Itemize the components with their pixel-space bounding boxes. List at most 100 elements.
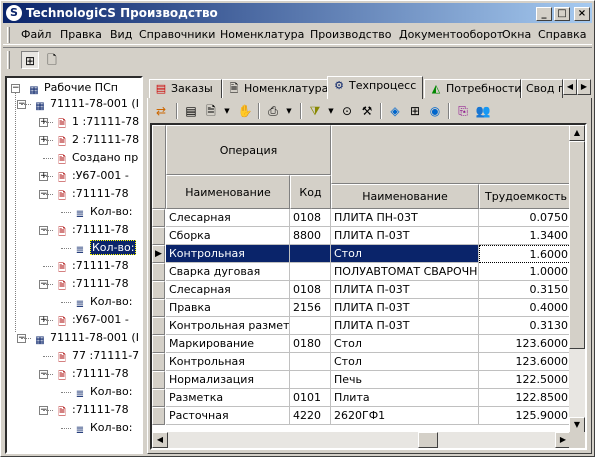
horizontal-scroll-thumb[interactable]	[418, 432, 438, 448]
tree-node[interactable]: 🗎 77 :71111-7	[55, 348, 139, 364]
table-cell[interactable]: 4220	[290, 407, 331, 425]
table-cell[interactable]: ПЛИТА П-03Т	[331, 281, 479, 299]
table-row[interactable]: Расточная 4220 2620ГФ1 125.9000	[152, 407, 585, 425]
menu-edit[interactable]: Правка	[60, 28, 102, 41]
table-cell[interactable]: Печь	[331, 371, 479, 389]
table-cell[interactable]: Контрольная разметка	[166, 317, 290, 335]
table-row[interactable]: Сварка дуговая ПОЛУАВТОМАТ СВАРОЧНЫ 1.0000	[152, 263, 585, 281]
column-header-labor[interactable]: Трудоемкость	[479, 184, 573, 209]
table-cell[interactable]: 0.4000	[479, 299, 573, 317]
tools-icon[interactable]: ⚒	[358, 102, 376, 120]
table-cell[interactable]: Расточная	[166, 407, 290, 425]
menu-view[interactable]: Вид	[110, 28, 132, 41]
tree-node[interactable]: 🗎:71111-78	[55, 366, 129, 382]
row-selector[interactable]	[152, 299, 165, 317]
table-cell[interactable]: Стол	[331, 353, 479, 371]
table-cell[interactable]: 0.3130	[479, 317, 573, 335]
table-row[interactable]: Контрольная Стол 123.6000	[152, 353, 585, 371]
horizontal-scrollbar[interactable]: ◀ ▶	[152, 432, 571, 448]
table-cell[interactable]: 0108	[290, 209, 331, 227]
menu-nomenclature[interactable]: Номенклатура	[220, 28, 304, 41]
table-cell[interactable]: 0.0750	[479, 209, 573, 227]
export-icon[interactable]: ⎘	[454, 102, 472, 120]
dropdown-arrow-icon[interactable]: ▼	[280, 102, 298, 120]
scroll-up-button[interactable]: ▲	[569, 125, 585, 141]
table-cell[interactable]: Нормализация	[166, 371, 290, 389]
table-row[interactable]: Слесарная 0108 ПЛИТА П-03Т 0.3150	[152, 281, 585, 299]
column-header-name[interactable]: Наименование	[166, 175, 290, 209]
table-row[interactable]: Маркирование 0180 Стол 123.6000	[152, 335, 585, 353]
table-row[interactable]: Нормализация Печь 122.5000	[152, 371, 585, 389]
binoculars-icon[interactable]: ⊙	[338, 102, 356, 120]
table-cell[interactable]: 2620ГФ1	[331, 407, 479, 425]
menu-docflow[interactable]: Документооборот	[399, 28, 503, 41]
tree-node[interactable]: 🗎:71111-78	[55, 186, 129, 202]
row-selector[interactable]	[152, 371, 165, 389]
table-row[interactable]: Правка 2156 ПЛИТА П-03Т 0.4000	[152, 299, 585, 317]
vertical-scrollbar[interactable]: ▲ ▼	[569, 125, 585, 433]
row-selector[interactable]	[152, 281, 165, 299]
cube-icon[interactable]: ◈	[386, 102, 404, 120]
tree-node[interactable]: ≣ Кол-во:	[73, 294, 133, 310]
tab-needs[interactable]: ◭ Потребности	[424, 79, 521, 98]
tree-node[interactable]: ≣ Кол-во:	[73, 240, 137, 256]
tree-view-toggle-icon[interactable]: ⊞	[21, 51, 39, 69]
table-cell[interactable]: ПЛИТА ПН-03Т	[331, 209, 479, 227]
table-cell[interactable]: Слесарная	[166, 209, 290, 227]
tab-nomenclature[interactable]: 🗎 Номенклатура	[222, 79, 328, 98]
table-cell[interactable]: 0108	[290, 281, 331, 299]
refresh-icon[interactable]: ⇄	[152, 102, 170, 120]
table-row[interactable]: Сборка 8800 ПЛИТА П-03Т 1.3400	[152, 227, 585, 245]
table-cell[interactable]: Стол	[331, 335, 479, 353]
row-selector[interactable]	[152, 317, 165, 335]
table-cell[interactable]: 1.0000	[479, 263, 573, 281]
table-row[interactable]: ▶ Контрольная Стол 1.6000	[152, 245, 585, 263]
table-row[interactable]: Слесарная 0108 ПЛИТА ПН-03Т 0.0750	[152, 209, 585, 227]
table-cell[interactable]: 0101	[290, 389, 331, 407]
structure-icon[interactable]: ⊞	[406, 102, 424, 120]
title-bar[interactable]: S TechnologiCS Производство _ □ ×	[3, 3, 592, 23]
close-button[interactable]: ×	[574, 7, 590, 21]
properties-icon[interactable]: ▤	[182, 102, 200, 120]
table-cell[interactable]: Плита	[331, 389, 479, 407]
row-selector[interactable]	[152, 209, 165, 227]
tab-process[interactable]: ⚙ Техпроцесс	[327, 76, 423, 99]
menu-production[interactable]: Производство	[310, 28, 391, 41]
tree-node[interactable]: ≣ Кол-во:	[73, 420, 133, 436]
dropdown-arrow-icon[interactable]: ▼	[218, 102, 236, 120]
table-cell[interactable]: Стол	[331, 245, 479, 263]
tab-scroll-left[interactable]: ◀	[563, 79, 577, 95]
tab-scroll-right[interactable]: ▶	[577, 79, 591, 95]
tree-root[interactable]: ▦ Рабочие ПСп	[27, 80, 118, 96]
tree-node[interactable]: ≣ Кол-во:	[73, 204, 133, 220]
vertical-scroll-thumb[interactable]	[569, 141, 585, 349]
tree-panel[interactable]: ▦ Рабочие ПСп − ▦ 71111-78-001 (I − 🗎 1 :71111-…	[5, 76, 143, 454]
row-selector[interactable]	[152, 389, 165, 407]
table-cell[interactable]	[290, 245, 331, 263]
menu-references[interactable]: Справочники	[139, 28, 215, 41]
table-cell[interactable]: Разметка	[166, 389, 290, 407]
row-selector[interactable]	[152, 407, 165, 425]
table-cell[interactable]	[290, 353, 331, 371]
table-cell[interactable]: 123.6000	[479, 353, 573, 371]
tree-node[interactable]: 🗎:71111-78	[55, 276, 129, 292]
menu-help[interactable]: Справка	[538, 28, 586, 41]
table-cell[interactable]: Контрольная	[166, 245, 290, 263]
maximize-button[interactable]: □	[554, 7, 570, 21]
hand-icon[interactable]: ✋	[236, 102, 254, 120]
table-row[interactable]: Разметка 0101 Плита 122.8500	[152, 389, 585, 407]
row-selector[interactable]: ▶	[152, 245, 165, 263]
table-cell[interactable]: 2156	[290, 299, 331, 317]
column-header-code[interactable]: Код	[290, 175, 331, 209]
column-header-equipment[interactable]: Наименование	[331, 184, 479, 209]
row-selector[interactable]	[152, 227, 165, 245]
table-cell[interactable]: ПОЛУАВТОМАТ СВАРОЧНЫ	[331, 263, 479, 281]
minimize-button[interactable]: _	[536, 7, 552, 21]
table-cell[interactable]: 122.8500	[479, 389, 573, 407]
tree-node[interactable]: ▦ 71111-78-001 (I	[33, 96, 139, 112]
tree-node[interactable]: 🗎 2 :71111-78	[55, 132, 139, 148]
scroll-left-button[interactable]: ◀	[152, 432, 168, 448]
table-cell[interactable]: 1.6000	[479, 245, 573, 263]
users-icon[interactable]: 👥	[474, 102, 492, 120]
table-cell[interactable]: 125.9000	[479, 407, 573, 425]
